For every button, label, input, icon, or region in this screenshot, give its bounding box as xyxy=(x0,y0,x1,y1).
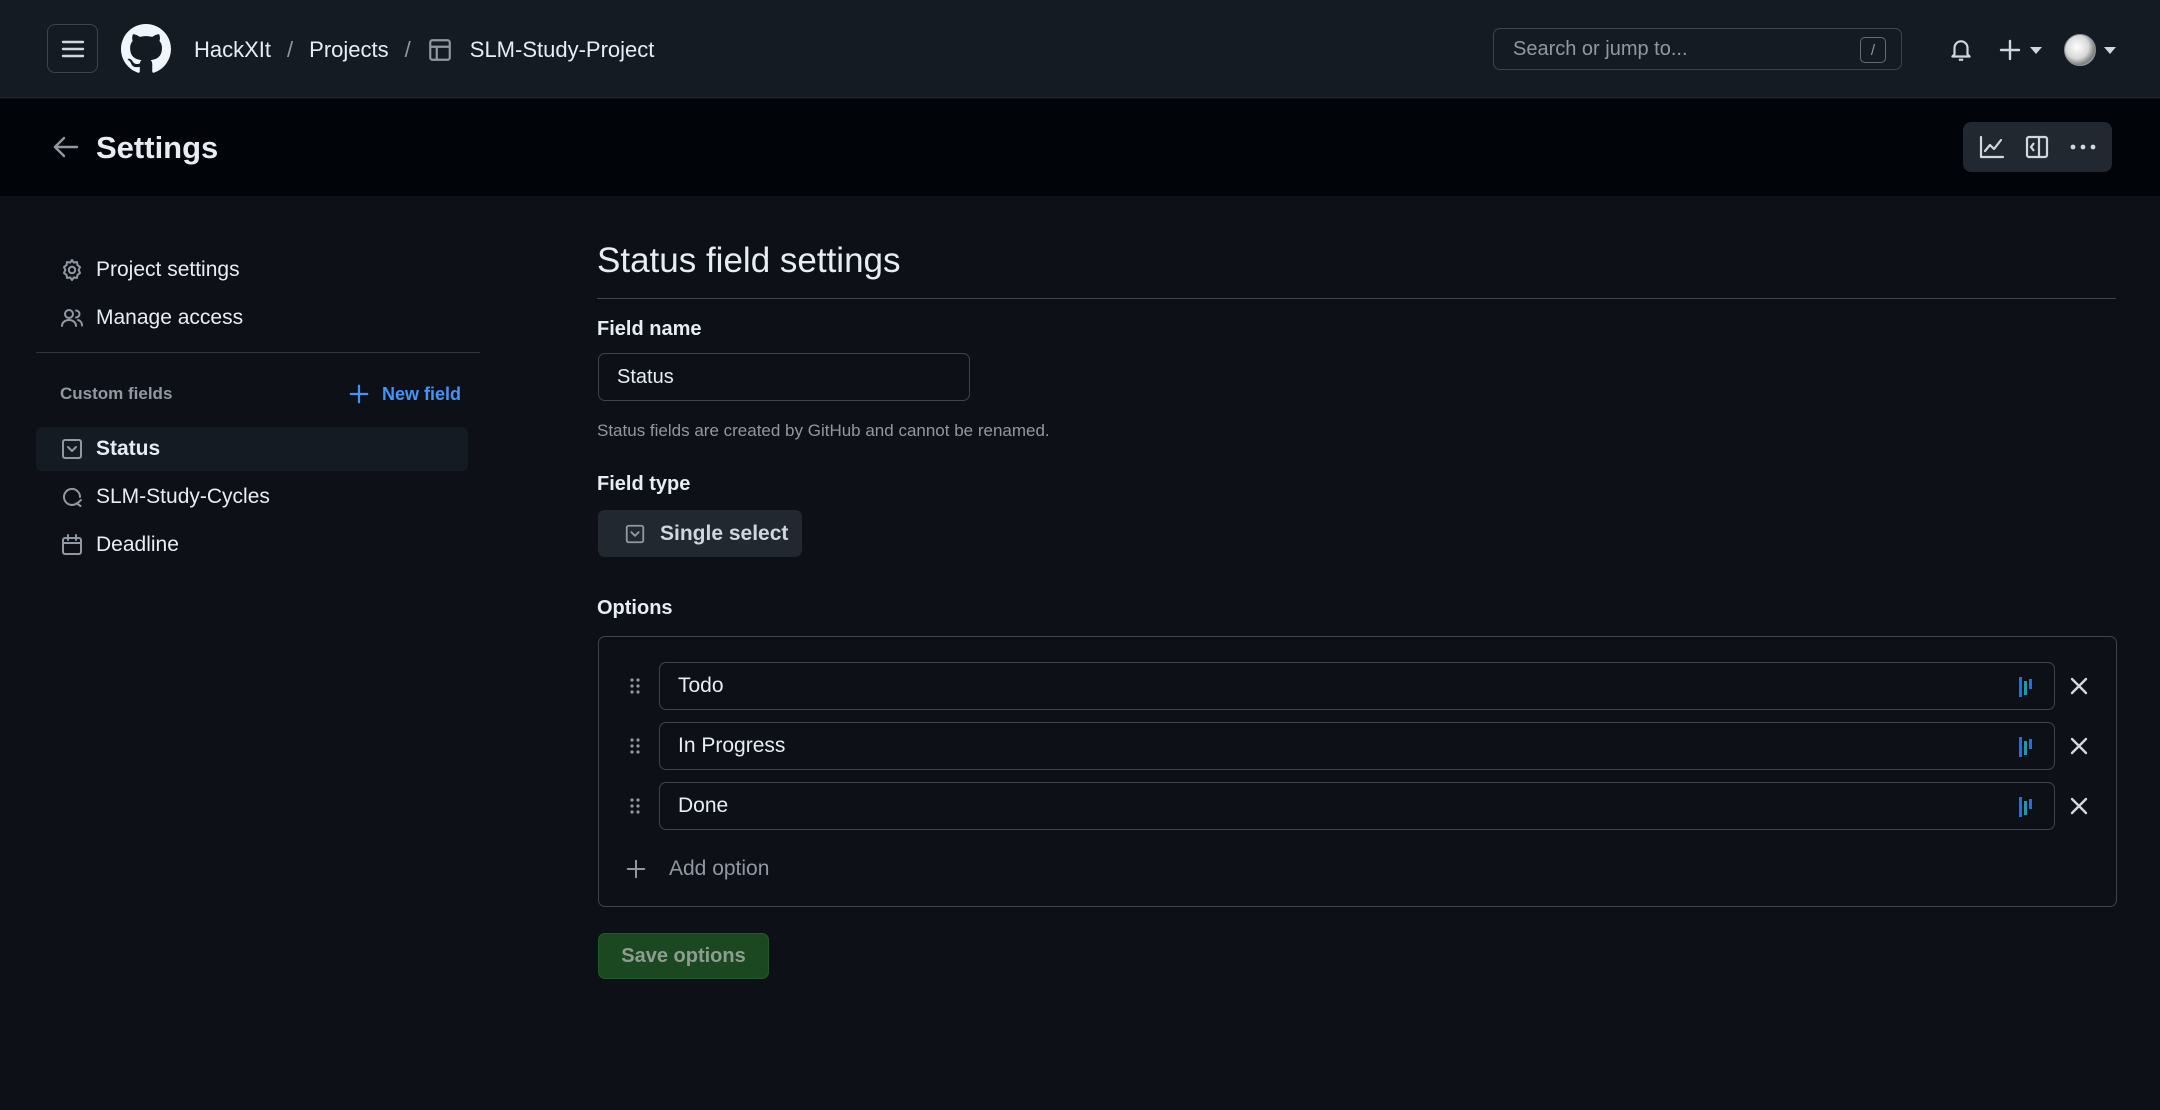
plus-icon xyxy=(1999,39,2021,61)
user-menu[interactable] xyxy=(2064,33,2124,67)
extension-icon xyxy=(2019,677,2032,697)
option-value: Done xyxy=(678,794,729,817)
options-list: Todo In Progress Done Add option xyxy=(598,636,2117,907)
sidebar-item-label: Status xyxy=(96,437,161,460)
breadcrumb: HackXIt / Projects / SLM-Study-Project xyxy=(194,34,654,66)
custom-fields-heading: Custom fields xyxy=(60,384,173,403)
settings-header: Settings xyxy=(0,99,2160,196)
breadcrumb-projects[interactable]: Projects xyxy=(309,37,388,63)
remove-option-x-icon[interactable] xyxy=(2067,674,2091,698)
github-logo-icon[interactable] xyxy=(121,24,171,74)
remove-option-x-icon[interactable] xyxy=(2067,794,2091,818)
option-input[interactable]: Todo xyxy=(659,662,2055,710)
drag-handle-icon[interactable] xyxy=(625,736,645,756)
more-options-button[interactable] xyxy=(2065,129,2101,165)
graph-icon xyxy=(1979,135,2004,159)
single-select-icon xyxy=(62,439,82,459)
sidebar-expand-icon xyxy=(2026,135,2049,159)
side-panel-button[interactable] xyxy=(2019,129,2055,165)
plus-icon xyxy=(626,859,646,879)
sidebar-item-deadline[interactable]: Deadline xyxy=(36,523,468,567)
back-arrow-icon[interactable] xyxy=(52,135,80,159)
extension-icon xyxy=(2019,797,2032,817)
field-name-hint: Status fields are created by GitHub and … xyxy=(597,421,1050,440)
iteration-icon xyxy=(63,488,82,507)
field-type-label: Field type xyxy=(597,473,691,495)
title-divider xyxy=(597,298,2116,299)
create-new-dropdown[interactable] xyxy=(1998,37,2042,63)
search-shortcut-key: / xyxy=(1860,37,1886,63)
option-row: Done xyxy=(599,782,2116,830)
add-option-button[interactable]: Add option xyxy=(625,855,769,883)
notifications-bell-icon[interactable] xyxy=(1948,37,1974,63)
single-select-icon xyxy=(625,524,645,543)
sidebar-item-manage-access[interactable]: Manage access xyxy=(36,296,468,340)
option-row: In Progress xyxy=(599,722,2116,770)
breadcrumb-project[interactable]: SLM-Study-Project xyxy=(470,37,655,63)
sidebar-item-slm-study-cycles[interactable]: SLM-Study-Cycles xyxy=(36,475,468,519)
insights-button[interactable] xyxy=(1974,129,2010,165)
sidebar-item-status[interactable]: Status xyxy=(36,427,468,471)
gear-icon xyxy=(63,259,81,281)
option-input[interactable]: Done xyxy=(659,782,2055,830)
field-name-label: Field name xyxy=(597,318,702,340)
hamburger-icon xyxy=(61,40,84,57)
breadcrumb-separator: / xyxy=(287,37,294,62)
option-value: Todo xyxy=(678,674,724,697)
save-options-button[interactable]: Save options xyxy=(598,933,769,979)
project-toolbar xyxy=(1963,122,2112,172)
option-value: In Progress xyxy=(678,734,786,757)
kebab-horizontal-icon xyxy=(2070,144,2096,150)
search-input[interactable]: Search or jump to... / xyxy=(1493,28,1902,70)
hamburger-menu-button[interactable] xyxy=(47,24,98,73)
sidebar-divider xyxy=(36,352,480,353)
drag-handle-icon[interactable] xyxy=(625,676,645,696)
global-header: HackXIt / Projects / SLM-Study-Project S… xyxy=(0,0,2160,98)
page-title: Settings xyxy=(96,130,219,165)
sidebar-item-project-settings[interactable]: Project settings xyxy=(36,248,468,292)
people-icon xyxy=(61,309,83,327)
sidebar-item-label: Project settings xyxy=(96,258,240,281)
field-type-value: Single select xyxy=(660,521,789,545)
remove-option-x-icon[interactable] xyxy=(2067,734,2091,758)
new-field-label: New field xyxy=(382,383,462,404)
project-table-icon xyxy=(428,39,451,61)
sidebar-item-label: Deadline xyxy=(96,533,179,556)
option-input[interactable]: In Progress xyxy=(659,722,2055,770)
search-placeholder: Search or jump to... xyxy=(1513,37,1688,60)
field-name-input[interactable] xyxy=(598,353,970,401)
plus-icon xyxy=(349,384,369,404)
extension-icon xyxy=(2019,737,2032,757)
sidebar-item-label: SLM-Study-Cycles xyxy=(96,485,270,508)
chevron-down-icon xyxy=(2104,46,2116,54)
chevron-down-icon xyxy=(2030,46,2042,54)
new-field-button[interactable]: New field xyxy=(348,380,461,408)
breadcrumb-owner[interactable]: HackXIt xyxy=(194,37,271,63)
add-option-label: Add option xyxy=(669,857,770,880)
calendar-icon xyxy=(62,534,82,555)
section-title: Status field settings xyxy=(597,241,901,280)
sidebar-item-label: Manage access xyxy=(96,306,244,329)
drag-handle-icon[interactable] xyxy=(625,796,645,816)
avatar xyxy=(2064,34,2096,66)
breadcrumb-separator: / xyxy=(404,37,411,62)
field-type-badge: Single select xyxy=(598,510,802,557)
options-label: Options xyxy=(597,597,673,619)
option-row: Todo xyxy=(599,662,2116,710)
